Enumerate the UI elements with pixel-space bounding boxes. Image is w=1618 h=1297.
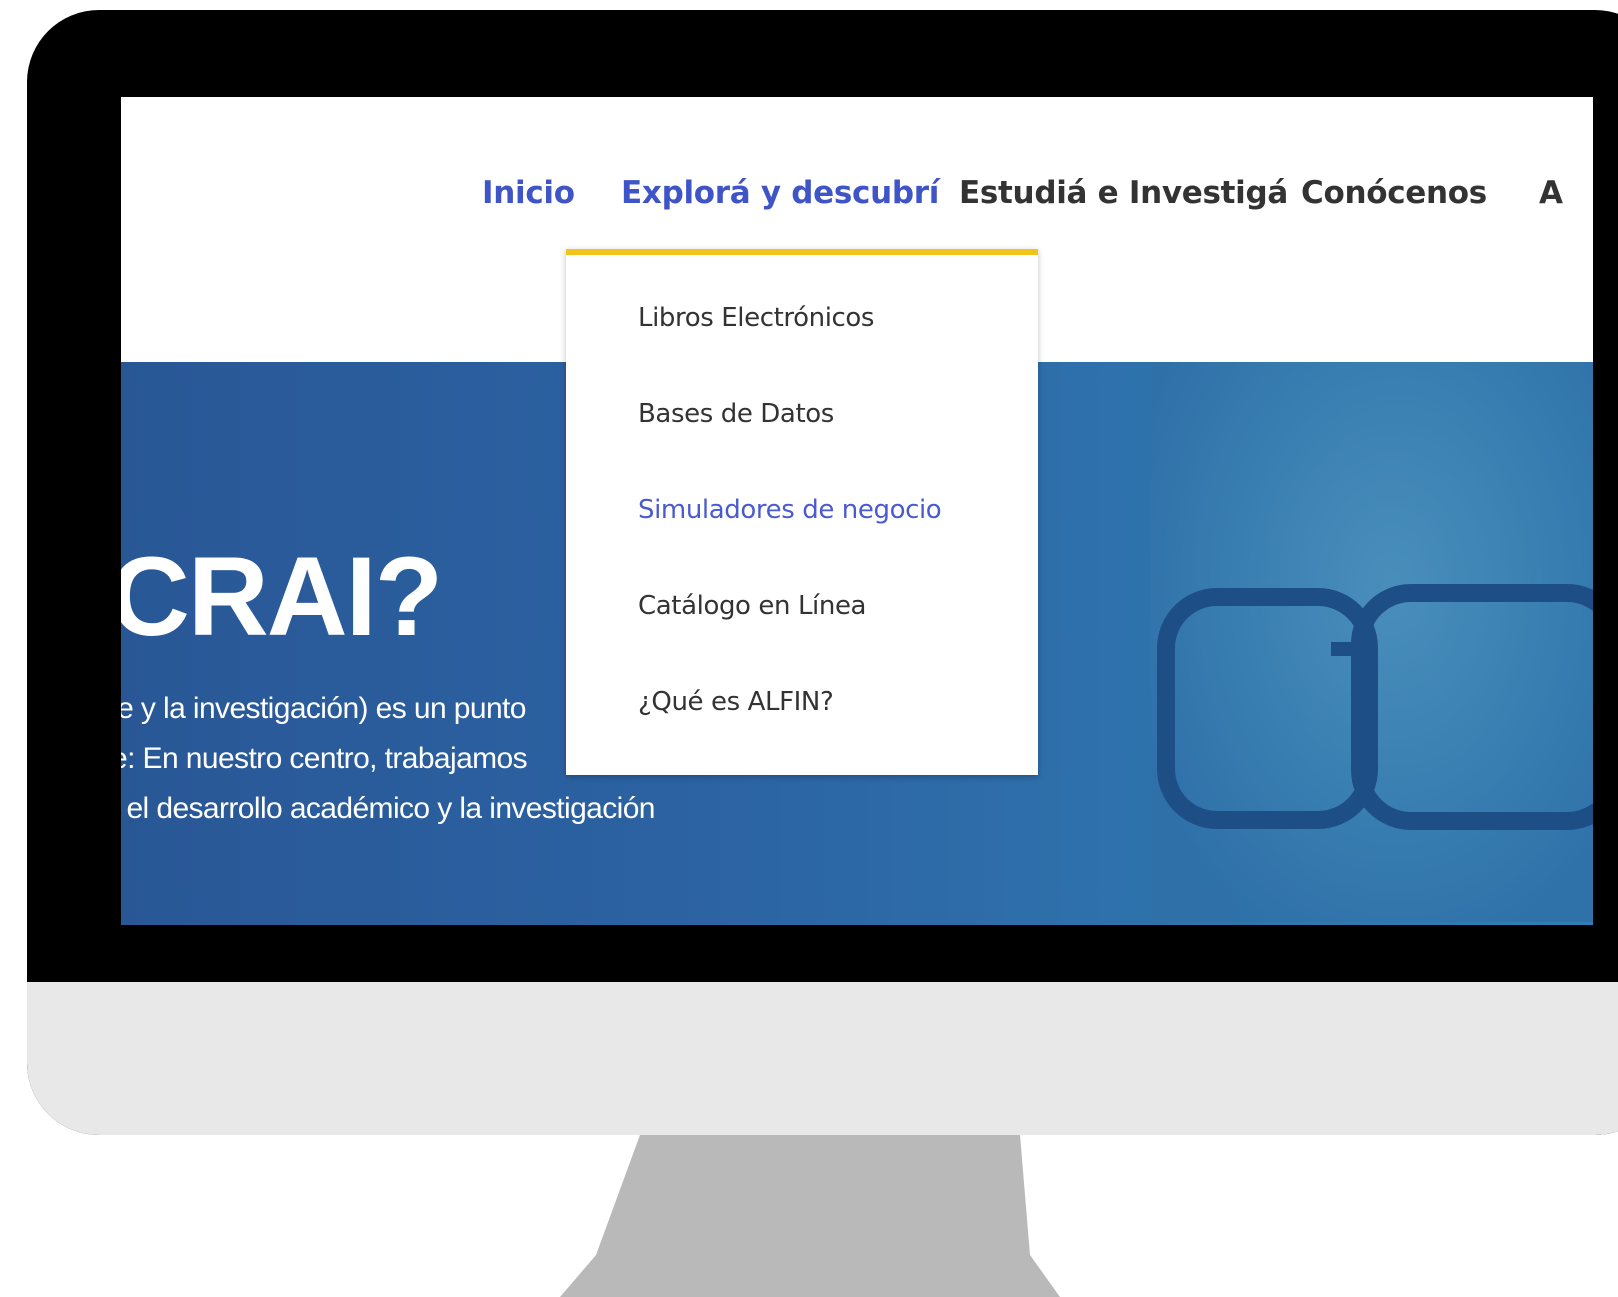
explora-dropdown-menu: Libros Electrónicos Bases de Datos Simul…: [566, 249, 1038, 775]
glasses-lens-right: [1351, 584, 1593, 830]
nav-item-truncated[interactable]: A: [1539, 175, 1563, 211]
nav-item-inicio[interactable]: Inicio: [482, 175, 575, 211]
glasses-bridge: [1331, 642, 1371, 656]
monitor-stand: [560, 1135, 1060, 1297]
dropdown-item-libros-electronicos[interactable]: Libros Electrónicos: [638, 303, 874, 333]
hero-title: CRAI?: [121, 534, 443, 659]
nav-item-explora-y-descubri[interactable]: Explorá y descubrí: [621, 175, 939, 211]
nav-item-estudia-e-investiga[interactable]: Estudiá e Investigá: [959, 175, 1288, 211]
monitor-screen: Inicio Explorá y descubrí Estudiá e Inve…: [121, 97, 1593, 925]
dropdown-item-catalogo-en-linea[interactable]: Catálogo en Línea: [638, 591, 866, 621]
dropdown-item-bases-de-datos[interactable]: Bases de Datos: [638, 399, 834, 429]
dropdown-item-que-es-alfin[interactable]: ¿Qué es ALFIN?: [638, 687, 834, 717]
dropdown-item-simuladores-de-negocio[interactable]: Simuladores de negocio: [638, 495, 942, 525]
hero-description-line-2: e: En nuestro centro, trabajamos: [121, 742, 528, 775]
monitor-bezel: Inicio Explorá y descubrí Estudiá e Inve…: [27, 10, 1618, 1135]
monitor-chin: [27, 982, 1618, 1135]
hero-description-line-1: je y la investigación) es un punto: [121, 692, 526, 725]
nav-item-conocenos[interactable]: Conócenos: [1301, 175, 1487, 211]
hero-description-line-3: : el desarrollo académico y la investiga…: [121, 792, 656, 825]
glasses-lens-left: [1157, 588, 1378, 829]
